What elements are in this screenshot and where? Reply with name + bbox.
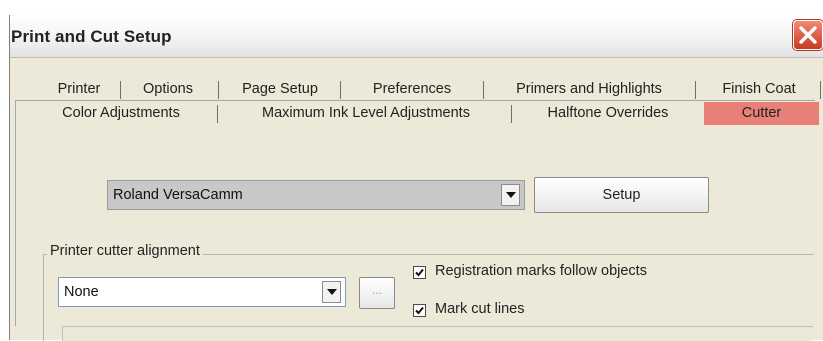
inner-group-box: [62, 326, 813, 341]
group-label: Printer cutter alignment: [47, 243, 203, 259]
tab-separator: [695, 81, 696, 99]
tab-separator: [218, 81, 219, 99]
tab-preferences[interactable]: Preferences: [342, 78, 482, 101]
chevron-down-icon: [506, 192, 516, 198]
dialog-title: Print and Cut Setup: [11, 27, 172, 46]
alignment-value: None: [64, 284, 99, 300]
mark-cut-lines-label: Mark cut lines: [435, 301, 525, 317]
title-bar[interactable]: Print and Cut Setup: [10, 15, 823, 58]
tab-finish-coat[interactable]: Finish Coat: [702, 78, 816, 101]
cutter-device-value: Roland VersaCamm: [113, 187, 243, 203]
setup-button[interactable]: Setup: [534, 177, 709, 213]
check-icon: [415, 306, 424, 315]
cutter-device-dropdown[interactable]: Roland VersaCamm: [107, 180, 525, 210]
tab-row-1: Printer Options Page Setup Preferences P…: [9, 78, 823, 101]
tab-page-setup[interactable]: Page Setup: [221, 78, 339, 101]
check-icon: [415, 268, 424, 277]
tab-printer[interactable]: Printer: [39, 78, 119, 101]
browse-button[interactable]: ...: [359, 277, 395, 309]
dropdown-arrow-button[interactable]: [322, 281, 341, 303]
close-button[interactable]: [793, 20, 823, 50]
tab-separator: [120, 81, 121, 99]
alignment-dropdown[interactable]: None: [58, 277, 346, 307]
registration-marks-checkbox[interactable]: [413, 266, 426, 279]
tab-separator: [340, 81, 341, 99]
registration-marks-label: Registration marks follow objects: [435, 263, 647, 279]
chevron-down-icon: [327, 289, 337, 295]
tab-options[interactable]: Options: [127, 78, 209, 101]
tab-separator: [820, 81, 821, 99]
close-icon: [799, 26, 817, 44]
tab-primers-and-highlights[interactable]: Primers and Highlights: [489, 78, 689, 101]
mark-cut-lines-checkbox[interactable]: [413, 304, 426, 317]
dropdown-arrow-button[interactable]: [501, 184, 520, 206]
tab-separator: [483, 81, 484, 99]
